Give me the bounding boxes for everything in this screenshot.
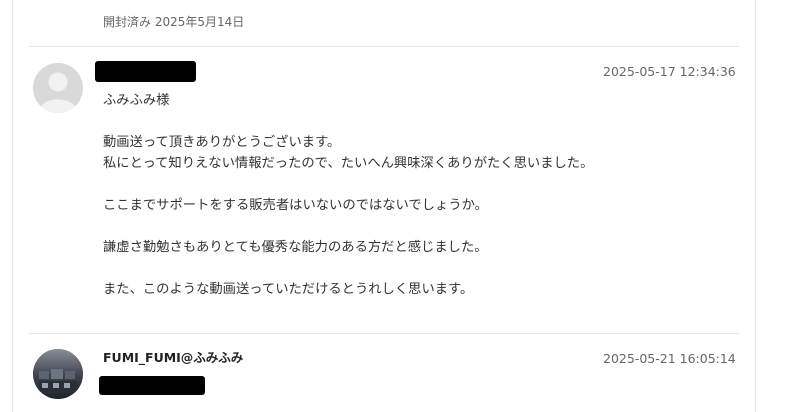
sender-name[interactable]: FUMI_FUMI@ふみふみ <box>103 350 243 366</box>
message-divider <box>29 46 739 47</box>
message-line: 動画送って頂きありがとうございます。 <box>103 135 341 150</box>
message-line: また、このような動画送っていただけるとうれしく思います。 <box>103 282 474 297</box>
default-user-avatar-icon[interactable] <box>33 63 83 113</box>
message-line: 謙虚さ勤勉さもありとても優秀な能力のある方だと感じました。 <box>103 240 488 255</box>
message-timestamp: 2025-05-17 12:34:36 <box>603 64 736 79</box>
user-photo-avatar[interactable] <box>33 349 83 399</box>
message-line: 私にとって知りえない情報だったので、たいへん興味深くありがたく思いました。 <box>103 156 594 171</box>
message-divider <box>29 333 739 334</box>
message-body: ふみふみ様 動画送って頂きありがとうございます。 私にとって知りえない情報だった… <box>103 90 723 300</box>
redacted-sender-name <box>95 61 196 82</box>
redacted-greeting <box>99 376 205 395</box>
message-greeting: ふみふみ様 <box>103 93 170 108</box>
opened-status: 開封済み 2025年5月14日 <box>103 15 245 29</box>
message-line: ここまでサポートをする販売者はいないのではないでしょうか。 <box>103 198 488 213</box>
message-timestamp: 2025-05-21 16:05:14 <box>603 351 736 366</box>
message-thread-page: 開封済み 2025年5月14日 2025-05-17 12:34:36 ふみふみ… <box>0 0 792 412</box>
